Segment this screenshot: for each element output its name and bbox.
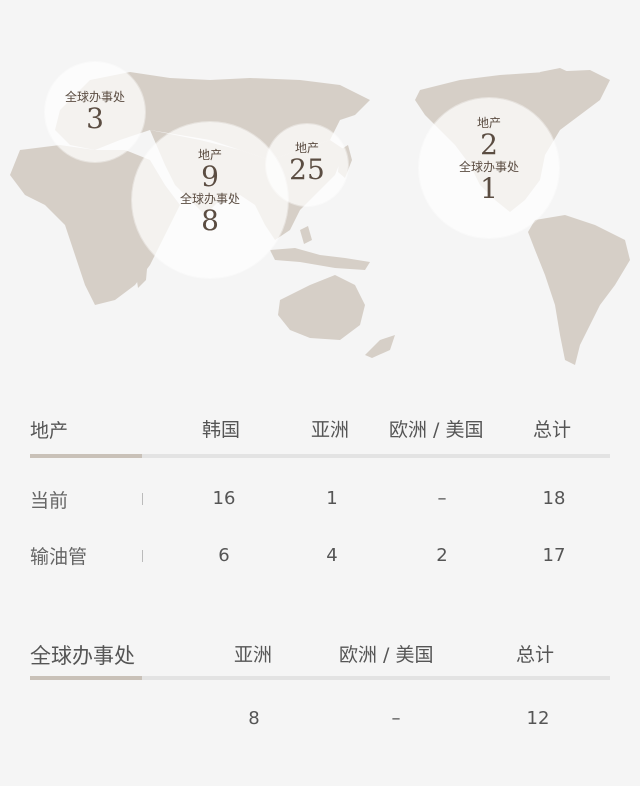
cell-total: 18 xyxy=(542,488,566,509)
header-rule xyxy=(30,454,610,458)
cell-total: 17 xyxy=(542,545,566,566)
cell-korea: 16 xyxy=(212,488,236,509)
australia-landmass xyxy=(278,275,365,340)
header-rule xyxy=(30,676,610,680)
offices-title: 全球办事处 xyxy=(30,644,135,668)
bubble-korea: 地产 25 xyxy=(266,124,348,206)
properties-table: 地产 韩国 亚洲 欧洲 / 美国 总计 当前 16 1 – 18 输油管 6 4… xyxy=(30,400,610,590)
cell-europe-america: 2 xyxy=(436,545,448,566)
cell-europe-america: – xyxy=(391,708,401,729)
row-divider xyxy=(142,550,143,562)
bubble-europe: 全球办事处 3 xyxy=(45,62,145,162)
cell-asia: 1 xyxy=(326,488,338,509)
row-label: 当前 xyxy=(30,490,69,512)
bubble-number: 3 xyxy=(86,102,104,135)
bubble-america: 地产 2 全球办事处 1 xyxy=(419,98,559,238)
bubble-number: 25 xyxy=(289,153,325,186)
philippines-landmass xyxy=(300,226,312,244)
cell-korea: 6 xyxy=(218,545,230,566)
col-header-europe-america: 欧洲 / 美国 xyxy=(389,419,484,441)
bubble-number: 8 xyxy=(201,204,219,237)
col-header-europe-america: 欧洲 / 美国 xyxy=(339,644,434,666)
offices-table: 全球办事处 亚洲 欧洲 / 美国 总计 8 – 12 xyxy=(30,620,610,760)
properties-title: 地产 xyxy=(30,420,69,442)
cell-asia: 4 xyxy=(326,545,338,566)
bubble-number: 9 xyxy=(201,160,219,193)
col-header-total: 总计 xyxy=(533,419,572,441)
bubble-number: 1 xyxy=(480,172,498,205)
row-divider xyxy=(142,493,143,505)
col-header-asia: 亚洲 xyxy=(311,419,350,441)
row-label: 输油管 xyxy=(30,546,88,568)
cell-europe-america: – xyxy=(437,488,447,509)
cell-total: 12 xyxy=(526,708,550,729)
newzealand-landmass xyxy=(365,335,395,358)
cell-asia: 8 xyxy=(248,708,260,729)
col-header-korea: 韩国 xyxy=(202,419,241,441)
bubble-asia: 地产 9 全球办事处 8 xyxy=(132,122,288,278)
south-america-landmass xyxy=(528,215,630,365)
col-header-total: 总计 xyxy=(516,644,555,666)
bubble-number: 2 xyxy=(480,128,498,161)
indonesia-landmass xyxy=(270,248,370,270)
col-header-asia: 亚洲 xyxy=(234,644,273,666)
